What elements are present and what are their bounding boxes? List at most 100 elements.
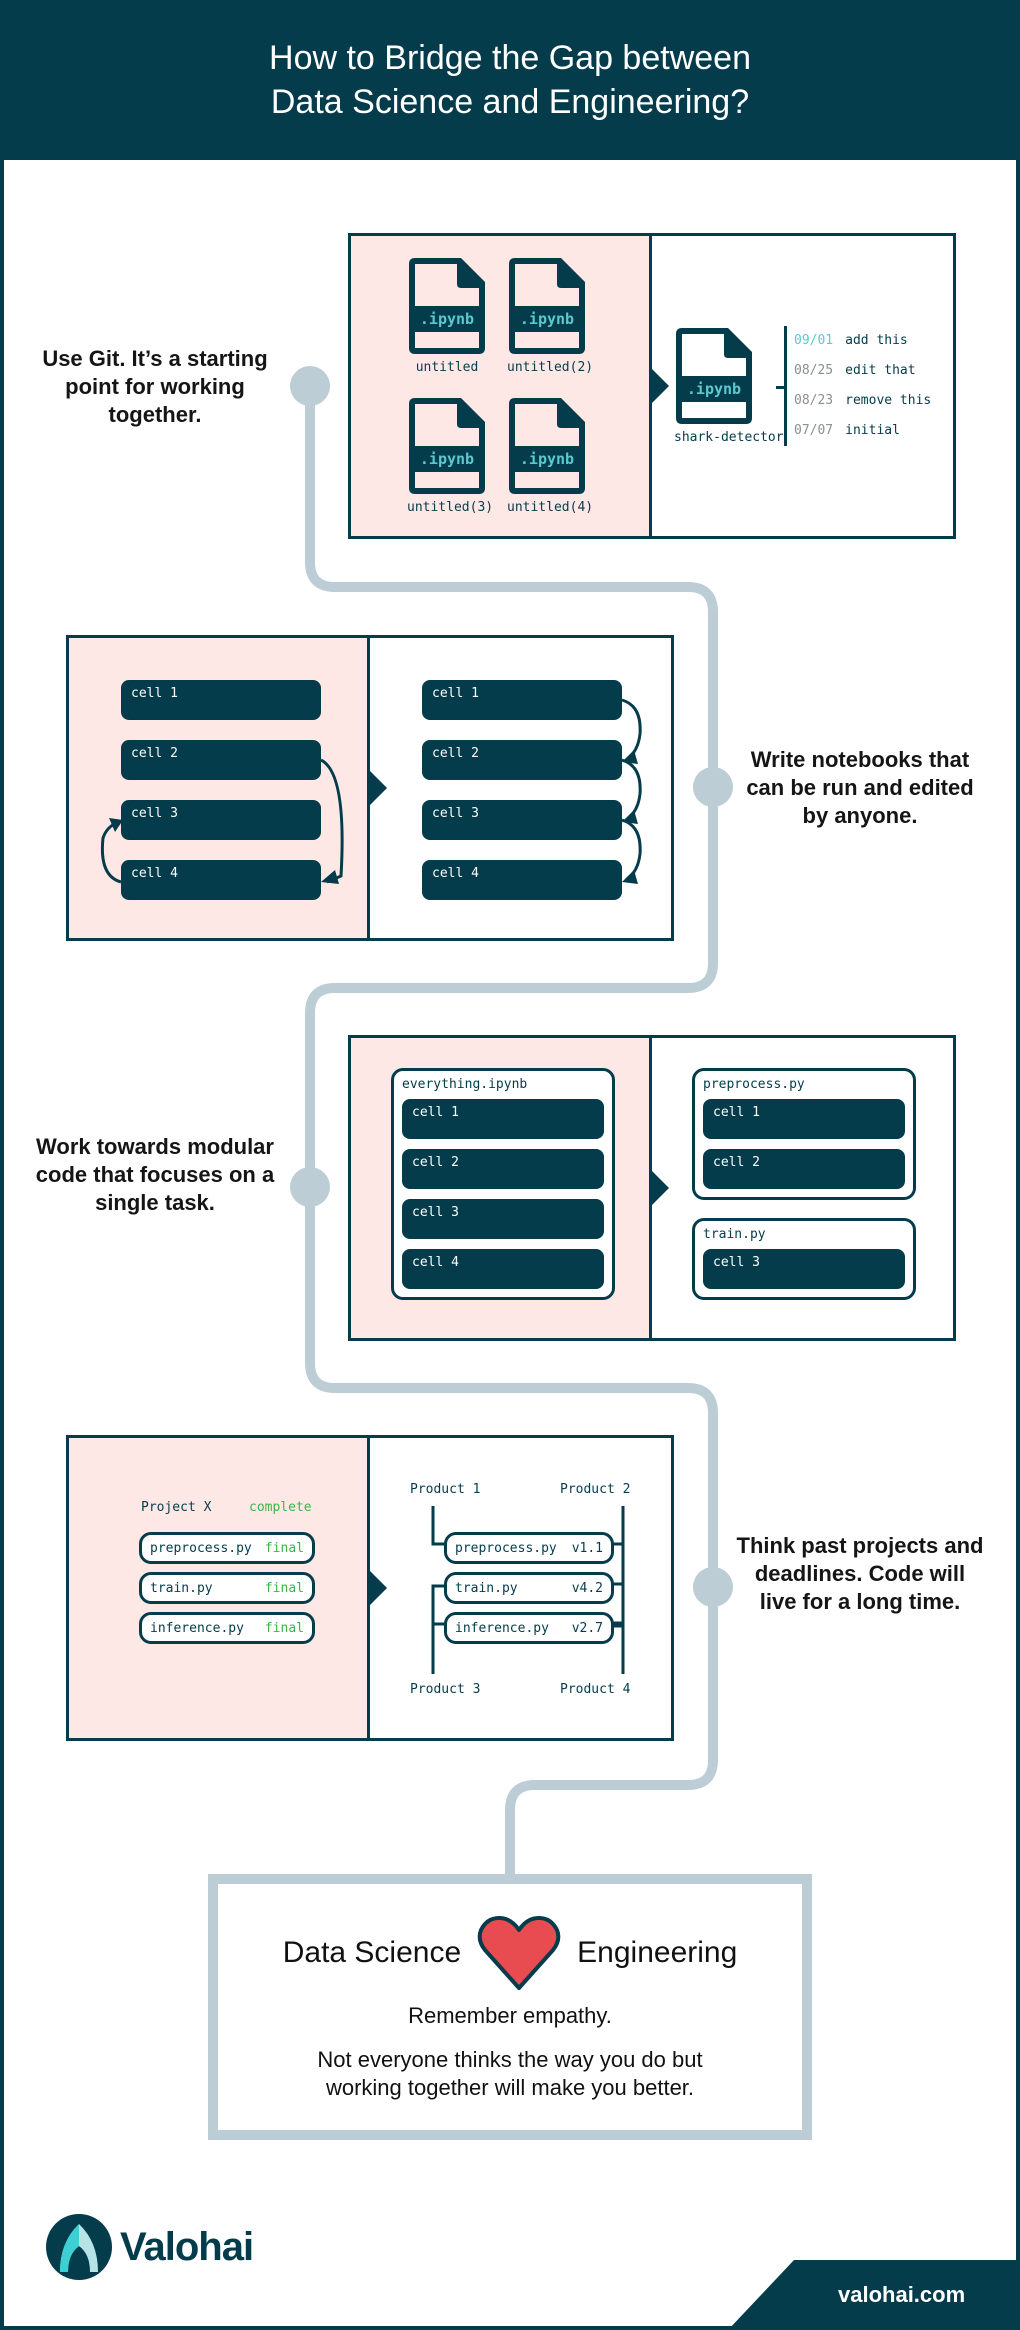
step-4-after: Product 1 Product 2 Product 3 Product 4 … xyxy=(370,1438,671,1738)
commit-date: 09/01 xyxy=(794,333,834,348)
product-label: Product 1 xyxy=(410,1482,481,1497)
conclusion-line-2a: Not everyone thinks the way you do but xyxy=(317,2047,703,2072)
svg-text:.ipynb: .ipynb xyxy=(520,450,574,468)
step-4-before: Project X complete preprocess.py final tr… xyxy=(69,1438,387,1738)
commit-message: add this xyxy=(845,333,908,348)
file-status: final xyxy=(264,1540,304,1556)
commit-date: 08/23 xyxy=(794,393,834,408)
commit-row: 07/07 initial xyxy=(794,416,931,446)
file-item: .ipynb untitled xyxy=(407,256,487,375)
notebook-cell: cell 4 xyxy=(402,1249,604,1289)
svg-text:.ipynb: .ipynb xyxy=(687,380,741,398)
notebook-cell: cell 2 xyxy=(402,1149,604,1189)
timeline-dot-2 xyxy=(693,767,733,807)
commit-row: 08/25 edit that xyxy=(794,356,931,386)
file-version: v2.7 xyxy=(571,1620,603,1636)
notebook-cell: cell 3 xyxy=(703,1249,905,1289)
commit-date: 07/07 xyxy=(794,423,834,438)
commit-timeline-tick xyxy=(776,386,786,389)
sequential-order-arrows xyxy=(621,698,642,884)
module-title: train.py xyxy=(703,1227,766,1242)
file-name: untitled(3) xyxy=(407,500,494,515)
step-2-before: cell 1 cell 2 cell 3 cell 4 xyxy=(69,638,387,938)
heart-icon xyxy=(477,1916,561,1990)
file-name: train.py xyxy=(455,1580,518,1596)
valohai-logo[interactable]: Valohai xyxy=(46,2214,254,2280)
module-title: preprocess.py xyxy=(703,1077,805,1092)
versioned-file: train.py v4.2 xyxy=(444,1572,614,1604)
step-4-panel: Project X complete preprocess.py final tr… xyxy=(66,1435,674,1741)
execution-order-arrows xyxy=(100,758,344,884)
step-2-text: Write notebooks that can be run and edit… xyxy=(746,747,974,828)
project-status: complete xyxy=(249,1500,312,1515)
product-label: Product 2 xyxy=(560,1482,631,1497)
valohai-shark-icon xyxy=(46,2214,112,2280)
file-name: shark-detector xyxy=(674,430,784,445)
svg-text:.ipynb: .ipynb xyxy=(420,450,474,468)
step-1-after: .ipynb shark-detector 09/01 add this 08/2… xyxy=(652,236,953,536)
file-status: final xyxy=(264,1620,304,1636)
step-3-before: everything.ipynb cell 1 cell 2 cell 3 ce… xyxy=(351,1038,669,1338)
file-item: .ipynb untitled(2) xyxy=(507,256,593,375)
project-file: preprocess.py final xyxy=(139,1532,315,1564)
step-3-panel: everything.ipynb cell 1 cell 2 cell 3 ce… xyxy=(348,1035,956,1341)
file-version: v1.1 xyxy=(571,1540,603,1556)
conclusion-line-1: Remember empathy. xyxy=(408,2003,612,2028)
step-3-text: Work towards modular code that focuses o… xyxy=(35,1134,275,1215)
step-1-panel: .ipynb untitled .ipynb untitled(2) .ipyn… xyxy=(348,233,956,539)
module-train: train.py cell 3 xyxy=(692,1218,916,1300)
notebook-title: everything.ipynb xyxy=(402,1077,528,1092)
notebook-file-icon: .ipynb xyxy=(509,258,585,354)
module-preprocess: preprocess.py cell 1 cell 2 xyxy=(692,1068,916,1200)
step-1-before: .ipynb untitled .ipynb untitled(2) .ipyn… xyxy=(351,236,669,536)
product-label: Product 4 xyxy=(560,1682,631,1697)
brand-name: Valohai xyxy=(120,2224,254,2269)
step-2-after: cell 1 cell 2 cell 3 cell 4 xyxy=(370,638,671,938)
file-name: inference.py xyxy=(150,1620,244,1636)
project-file: train.py final xyxy=(139,1572,315,1604)
timeline-dot-4 xyxy=(693,1567,733,1607)
timeline-dot-3 xyxy=(290,1167,330,1207)
commit-list: 09/01 add this 08/25 edit that 08/23 remove… xyxy=(794,326,931,446)
file-item: .ipynb untitled(3) xyxy=(407,396,494,515)
engineering-label: Engineering xyxy=(577,1936,738,1969)
timeline-dot-1 xyxy=(290,366,330,406)
arrow-right-icon xyxy=(651,1170,669,1206)
step-2-panel: cell 1 cell 2 cell 3 cell 4 cell 1 cell … xyxy=(66,635,674,941)
versioned-file: inference.py v2.7 xyxy=(444,1612,614,1644)
step-4-text: Think past projects and deadlines. Code … xyxy=(736,1533,984,1614)
file-status: final xyxy=(264,1580,304,1596)
product-label: Product 3 xyxy=(410,1682,481,1697)
versioned-file: preprocess.py v1.1 xyxy=(444,1532,614,1564)
website-link[interactable]: valohai.com xyxy=(838,2282,965,2308)
notebook-cell: cell 1 xyxy=(402,1099,604,1139)
arrow-right-icon xyxy=(369,1570,387,1606)
conclusion-heading: Data Science Engineering xyxy=(218,1914,802,1992)
project-name: Project X xyxy=(141,1500,212,1515)
file-name: untitled xyxy=(415,360,479,375)
arrow-right-icon xyxy=(369,770,387,806)
commit-row: 08/23 remove this xyxy=(794,386,931,416)
svg-text:.ipynb: .ipynb xyxy=(520,310,574,328)
file-ext-label: .ipynb xyxy=(420,310,474,328)
file-name: preprocess.py xyxy=(150,1540,252,1556)
file-item: .ipynb untitled(4) xyxy=(507,396,594,515)
notebook-file-icon: .ipynb xyxy=(676,328,752,424)
footer-tab: valohai.com xyxy=(728,2260,1020,2330)
commit-row: 09/01 add this xyxy=(794,326,931,356)
conclusion-box: Data Science Engineering Remember empath… xyxy=(208,1874,812,2140)
commit-message: initial xyxy=(845,423,900,438)
step-3-after: preprocess.py cell 1 cell 2 train.py cel… xyxy=(652,1038,953,1338)
repo-file: .ipynb shark-detector xyxy=(674,326,784,445)
commit-date: 08/25 xyxy=(794,363,834,378)
file-name: preprocess.py xyxy=(455,1540,557,1556)
notebook-cell: cell 2 xyxy=(703,1149,905,1189)
commit-message: remove this xyxy=(845,393,932,408)
conclusion-line-2b: working together will make you better. xyxy=(325,2075,695,2100)
file-name: train.py xyxy=(150,1580,213,1596)
notebook-cell: cell 3 xyxy=(402,1199,604,1239)
notebook-cell: cell 1 xyxy=(703,1099,905,1139)
data-science-label: Data Science xyxy=(282,1936,462,1969)
file-name: untitled(4) xyxy=(507,500,594,515)
file-name: inference.py xyxy=(455,1620,549,1636)
